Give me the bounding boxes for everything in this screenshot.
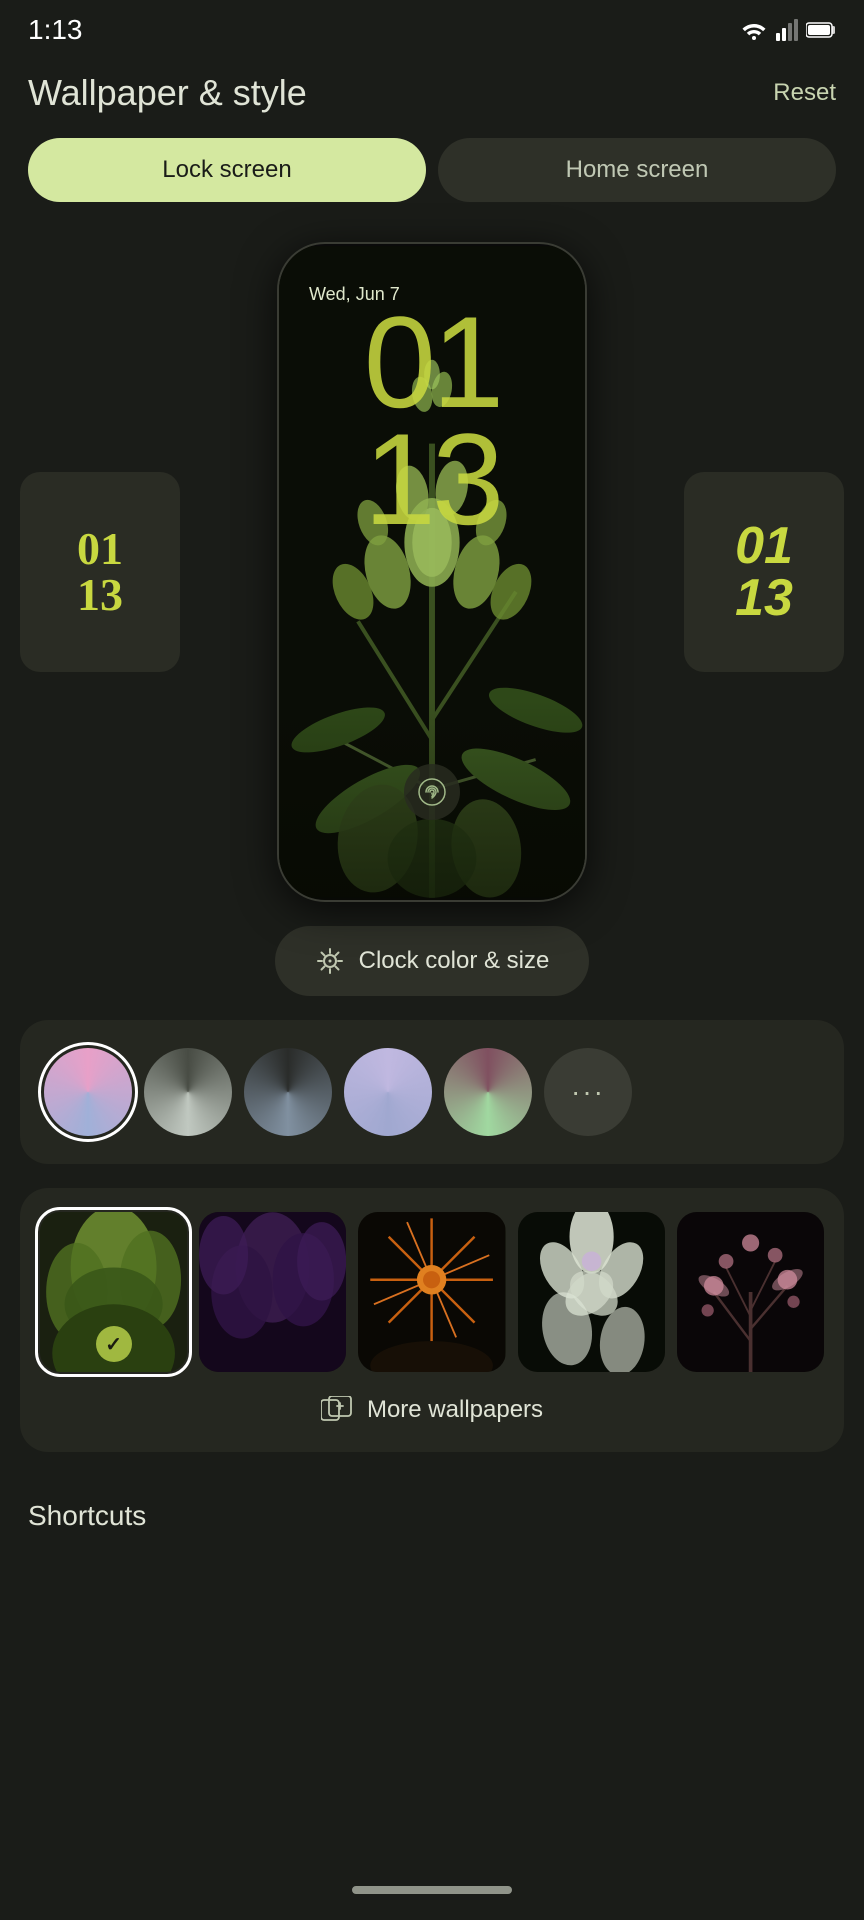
status-icons <box>740 19 836 41</box>
clock-settings-icon <box>315 946 345 976</box>
phone-clock-hour: 01 <box>279 304 585 421</box>
fingerprint-button[interactable] <box>404 764 460 820</box>
wallpaper-section: ✓ <box>20 1188 844 1452</box>
shortcuts-section: Shortcuts <box>0 1476 864 1532</box>
navigation-bar <box>0 1860 864 1920</box>
more-wallpapers-icon <box>321 1396 353 1424</box>
clock-style-left-thumb[interactable]: 0113 <box>20 472 180 672</box>
header: Wallpaper & style Reset <box>0 56 864 138</box>
fingerprint-icon <box>417 777 447 807</box>
clock-color-size-button[interactable]: Clock color & size <box>275 926 590 996</box>
color-swatch-2[interactable] <box>144 1048 232 1136</box>
wallpaper-thumb-2[interactable] <box>199 1212 346 1372</box>
side-clock-right: 0113 <box>735 520 793 624</box>
page-title: Wallpaper & style <box>28 72 307 114</box>
signal-icon <box>776 19 798 41</box>
home-indicator[interactable] <box>352 1886 512 1894</box>
tab-lock-screen[interactable]: Lock screen <box>28 138 426 202</box>
status-bar: 1:13 <box>0 0 864 56</box>
color-palette-section: ··· <box>20 1020 844 1164</box>
clock-style-right-thumb[interactable]: 0113 <box>684 472 844 672</box>
wallpaper-thumbnails: ✓ <box>40 1212 824 1372</box>
phone-clock: 01 13 <box>279 304 585 538</box>
wallpaper-thumb-1[interactable]: ✓ <box>40 1212 187 1372</box>
clock-btn-label: Clock color & size <box>359 947 550 975</box>
wallpaper-thumb-3[interactable] <box>358 1212 505 1372</box>
color-swatch-3[interactable] <box>244 1048 332 1136</box>
more-wallpapers-button[interactable]: More wallpapers <box>40 1396 824 1424</box>
shortcuts-label: Shortcuts <box>28 1500 146 1532</box>
color-swatch-1[interactable] <box>44 1048 132 1136</box>
more-wallpapers-label: More wallpapers <box>367 1396 543 1424</box>
wallpaper-thumb-5[interactable] <box>677 1212 824 1372</box>
preview-area: 0113 <box>0 226 864 926</box>
status-time: 1:13 <box>28 14 83 46</box>
wallpaper-selected-check: ✓ <box>96 1326 132 1362</box>
reset-button[interactable]: Reset <box>773 79 836 107</box>
wifi-icon <box>740 20 768 40</box>
color-swatch-4[interactable] <box>344 1048 432 1136</box>
side-clock-left: 0113 <box>77 526 123 618</box>
color-swatch-5[interactable] <box>444 1048 532 1136</box>
more-colors-icon: ··· <box>571 1076 605 1108</box>
check-icon: ✓ <box>105 1332 122 1357</box>
wallpaper-thumb-4[interactable] <box>518 1212 665 1372</box>
phone-preview: Wed, Jun 7 01 13 <box>277 242 587 902</box>
more-colors-button[interactable]: ··· <box>544 1048 632 1136</box>
phone-clock-minute: 13 <box>279 421 585 538</box>
tab-home-screen[interactable]: Home screen <box>438 138 836 202</box>
tab-bar: Lock screen Home screen <box>0 138 864 202</box>
battery-icon <box>806 21 836 39</box>
